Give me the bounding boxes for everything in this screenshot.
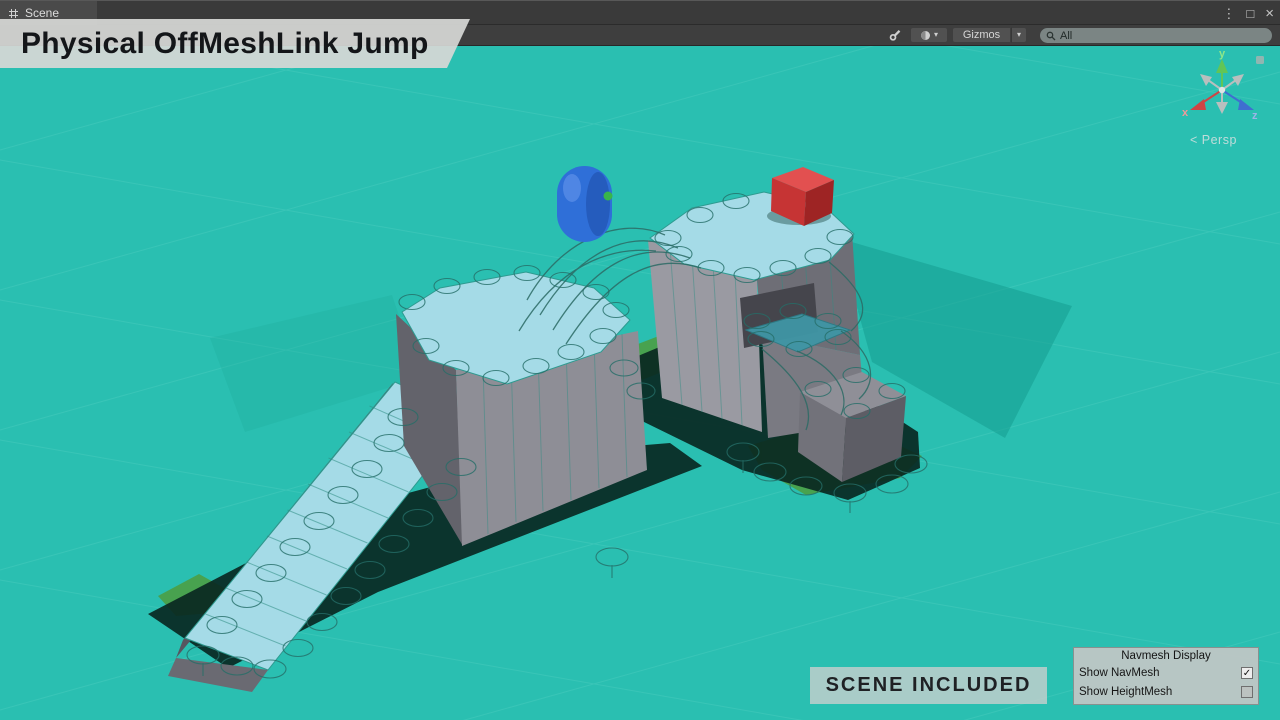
gizmos-label: Gizmos <box>963 29 1000 41</box>
agent-marker-dot <box>604 192 613 201</box>
gizmo-center[interactable] <box>1219 87 1225 93</box>
chevron-down-icon: ▾ <box>934 31 938 39</box>
projection-label: < Persp <box>1190 133 1237 147</box>
chevron-down-icon: ▾ <box>1017 31 1021 39</box>
capsule-shading <box>586 172 610 236</box>
navmesh-display-panel: Navmesh Display Show NavMesh ✓ Show Heig… <box>1073 647 1259 705</box>
title-banner: Physical OffMeshLink Jump <box>0 19 470 68</box>
axis-z-negative[interactable] <box>1200 74 1222 90</box>
capsule-highlight <box>563 174 581 202</box>
projection-toggle[interactable]: < Persp <box>1190 133 1237 147</box>
shading-mode-button[interactable]: ▾ <box>910 27 948 43</box>
close-icon[interactable]: × <box>1265 6 1274 21</box>
navmesh-panel-title: Navmesh Display <box>1074 648 1258 663</box>
axis-z[interactable]: z <box>1222 90 1258 122</box>
axis-z-label: z <box>1252 110 1258 122</box>
axis-x[interactable]: x <box>1182 90 1222 119</box>
wrench-icon <box>888 28 902 42</box>
show-heightmesh-checkbox[interactable] <box>1241 686 1253 698</box>
scene-grid-icon <box>8 8 19 19</box>
show-navmesh-row: Show NavMesh ✓ <box>1074 663 1258 682</box>
maximize-icon[interactable]: □ <box>1246 7 1254 20</box>
scene-tab-label: Scene <box>25 6 59 20</box>
axis-x-label: x <box>1182 107 1189 119</box>
axis-x-negative[interactable] <box>1222 74 1244 90</box>
scene-included-banner: SCENE INCLUDED <box>810 667 1047 704</box>
search-input[interactable] <box>1060 28 1266 43</box>
shaded-sphere-icon <box>920 30 931 41</box>
scene-included-text: SCENE INCLUDED <box>826 674 1032 697</box>
show-navmesh-checkbox[interactable]: ✓ <box>1241 667 1253 679</box>
gizmos-button[interactable]: Gizmos <box>952 27 1011 43</box>
scene-search-field[interactable] <box>1040 28 1272 43</box>
gizmo-corner-icon[interactable] <box>1256 56 1264 64</box>
gizmos-dropdown-button[interactable]: ▾ <box>1011 27 1027 43</box>
show-heightmesh-label: Show HeightMesh <box>1079 686 1172 698</box>
agent-capsule[interactable] <box>557 166 613 242</box>
orientation-gizmo[interactable]: y x z <box>1168 46 1280 146</box>
axis-y-label: y <box>1219 48 1226 60</box>
search-icon <box>1046 31 1056 41</box>
tools-button[interactable] <box>884 27 906 43</box>
axis-y[interactable]: y <box>1216 48 1228 90</box>
window-menu-icon[interactable]: ⋮ <box>1222 7 1235 20</box>
unity-scene-view: Scene ⋮ □ × ▾ Gizmos <box>0 0 1280 720</box>
title-banner-text: Physical OffMeshLink Jump <box>21 27 429 61</box>
scene-viewport[interactable] <box>0 0 1280 720</box>
show-heightmesh-row: Show HeightMesh <box>1074 682 1258 701</box>
show-navmesh-label: Show NavMesh <box>1079 667 1160 679</box>
